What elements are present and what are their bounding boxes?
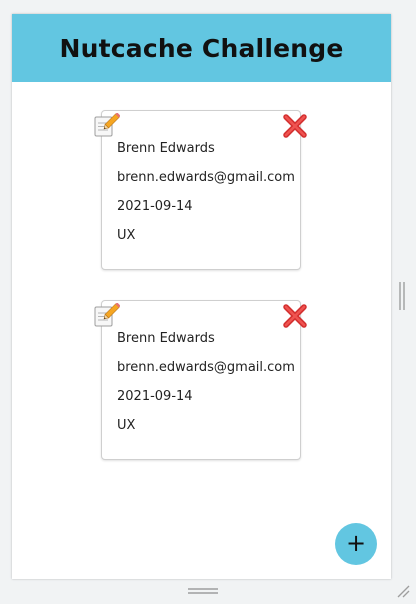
card-role: UX <box>117 418 136 433</box>
plus-icon: + <box>345 529 367 557</box>
card-name: Brenn Edwards <box>117 141 215 156</box>
delete-button[interactable] <box>282 303 308 329</box>
pencil-memo-icon <box>94 302 121 327</box>
edit-button[interactable] <box>94 112 121 137</box>
edit-button[interactable] <box>94 302 121 327</box>
employee-card: Brenn Edwards brenn.edwards@gmail.com 20… <box>94 300 307 460</box>
card-email: brenn.edwards@gmail.com <box>117 170 295 185</box>
side-resize-handle[interactable] <box>398 282 406 310</box>
red-cross-icon <box>283 114 307 138</box>
page-title: Nutcache Challenge <box>59 33 344 63</box>
corner-resize-handle[interactable] <box>396 584 410 598</box>
pencil-memo-icon <box>94 112 121 137</box>
card-date: 2021-09-14 <box>117 199 193 214</box>
card-name: Brenn Edwards <box>117 331 215 346</box>
employee-card: Brenn Edwards brenn.edwards@gmail.com 20… <box>94 110 307 270</box>
bottom-resize-handle[interactable] <box>188 587 218 595</box>
card-email: brenn.edwards@gmail.com <box>117 360 295 375</box>
app-header: Nutcache Challenge <box>12 14 391 82</box>
delete-button[interactable] <box>282 113 308 139</box>
app-window: Nutcache Challenge Brenn Edwards brenn.e… <box>12 14 391 579</box>
red-cross-icon <box>283 304 307 328</box>
card-date: 2021-09-14 <box>117 389 193 404</box>
card-role: UX <box>117 228 136 243</box>
add-button[interactable]: + <box>335 523 377 565</box>
